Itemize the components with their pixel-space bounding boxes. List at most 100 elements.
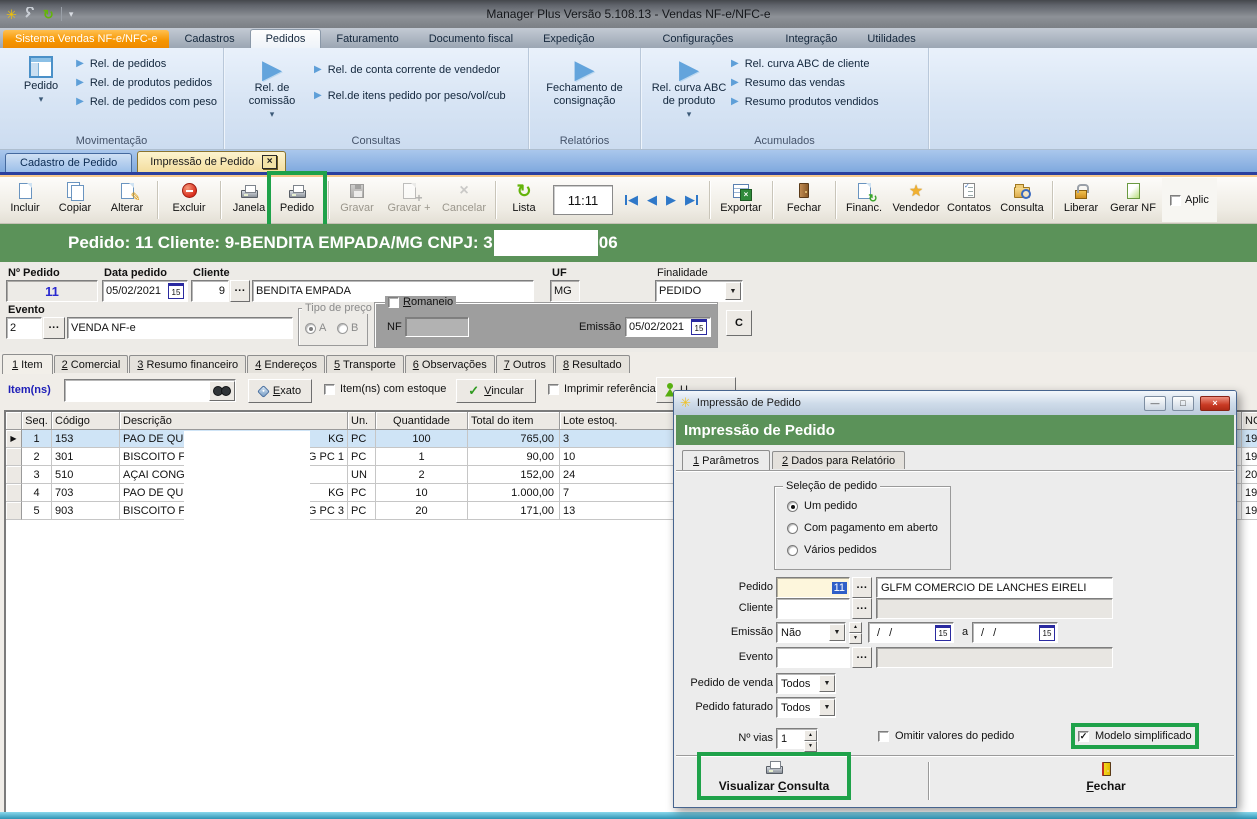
lista-button[interactable]: ↻Lista <box>499 178 549 222</box>
excluir-button[interactable]: Excluir <box>161 178 217 222</box>
tab-dados-para-relatorio[interactable]: 2 Dados para Relatório <box>772 451 905 469</box>
chevron-down-icon[interactable]: ▼ <box>829 624 845 641</box>
first-record-icon[interactable]: ◀ <box>625 192 638 208</box>
tab-pedidos[interactable]: Pedidos <box>250 29 322 48</box>
vias-stepper[interactable]: 1 ▲▼ <box>776 728 818 749</box>
pedido-print-button[interactable]: Pedido <box>274 178 320 222</box>
subtab-outros[interactable]: 7 Outros <box>496 355 554 373</box>
varios-pedidos-radio[interactable]: Vários pedidos <box>787 544 877 556</box>
contatos-button[interactable]: Contatos <box>943 178 995 222</box>
pedido-big-button[interactable]: Pedido ▾ <box>6 52 76 133</box>
next-record-icon[interactable]: ▶ <box>666 192 676 208</box>
subtab-item[interactable]: 1 Item <box>2 354 53 374</box>
alterar-button[interactable]: ✎Alterar <box>100 178 154 222</box>
maximize-icon[interactable]: □ <box>1172 396 1194 411</box>
rel-curva-abc-produto-button[interactable]: ▶ Rel. curva ABC de produto ▾ <box>647 52 731 133</box>
pedido-venda-select[interactable]: Todos ▼ <box>776 673 836 694</box>
col-quantidade[interactable]: Quantidade <box>376 412 468 430</box>
col-descricao[interactable]: Descrição <box>120 412 348 430</box>
emissao-mode-select[interactable]: Não ▼ <box>776 622 846 643</box>
subtab-resumo-financeiro[interactable]: 3 Resumo financeiro <box>129 355 246 373</box>
link-rel-itens-pedido-peso[interactable]: ▶Rel.de itens pedido por peso/vol/cub <box>314 90 506 102</box>
tab-sistema-vendas[interactable]: Sistema Vendas NF-e/NFC-e <box>3 30 169 48</box>
item-com-estoque-checkbox[interactable] <box>324 384 335 395</box>
col-seq[interactable]: Seq. <box>22 412 52 430</box>
com-pagamento-aberto-radio[interactable]: Com pagamento em aberto <box>787 522 938 534</box>
janela-button[interactable]: Janela <box>224 178 274 222</box>
subtab-resultado[interactable]: 8 Resultado <box>555 355 630 373</box>
more-commands-icon[interactable]: ▾ <box>69 10 74 19</box>
link-resumo-das-vendas[interactable]: ▶Resumo das vendas <box>731 77 879 89</box>
prev-record-icon[interactable]: ◀ <box>647 192 657 208</box>
link-rel-de-pedidos[interactable]: ▶Rel. de pedidos <box>76 58 217 70</box>
omitir-valores-checkbox[interactable] <box>878 731 889 742</box>
tab-cadastro-de-pedido[interactable]: Cadastro de Pedido <box>5 153 132 172</box>
romaneio-checkbox[interactable] <box>388 297 399 308</box>
cliente-lookup-button[interactable]: ··· <box>852 598 872 619</box>
tab-cadastros[interactable]: Cadastros <box>169 30 249 48</box>
evento-lookup-button[interactable]: ··· <box>43 317 65 339</box>
link-rel-curva-abc-cliente[interactable]: ▶Rel. curva ABC de cliente <box>731 58 879 70</box>
pedido-lookup-button[interactable]: ··· <box>852 577 872 598</box>
fechar-button[interactable]: Fechar <box>776 178 832 222</box>
col-un[interactable]: Un. <box>348 412 376 430</box>
subtab-enderecos[interactable]: 4 Endereços <box>247 355 325 373</box>
tab-faturamento[interactable]: Faturamento <box>321 30 413 48</box>
exato-button[interactable]: Exato <box>248 379 312 403</box>
evento-input[interactable] <box>776 647 850 668</box>
refresh-icon[interactable]: ↻ <box>43 8 54 21</box>
link-rel-de-produtos-pedidos[interactable]: ▶Rel. de produtos pedidos <box>76 77 217 89</box>
emissao-field[interactable]: 05/02/2021 15 <box>625 317 711 337</box>
vincular-button[interactable]: ✓ Vincular <box>456 379 536 403</box>
binoculars-search-icon[interactable] <box>209 381 235 401</box>
exportar-button[interactable]: Exportar <box>713 178 769 222</box>
tab-expedicao[interactable]: Expedição <box>528 30 609 48</box>
finalidade-select[interactable]: PEDIDO ▼ <box>655 280 743 302</box>
cancelar-button[interactable]: ×Cancelar <box>436 178 492 222</box>
tab-documento-fiscal[interactable]: Documento fiscal <box>414 30 528 48</box>
incluir-button[interactable]: Incluir <box>0 178 50 222</box>
subtab-observacoes[interactable]: 6 Observações <box>405 355 495 373</box>
calendar-icon[interactable]: 15 <box>935 625 951 641</box>
subtab-comercial[interactable]: 2 Comercial <box>54 355 129 373</box>
tab-impressao-de-pedido[interactable]: Impressão de Pedido × <box>137 151 286 172</box>
last-record-icon[interactable]: ▶ <box>685 192 698 208</box>
calendar-icon[interactable]: 15 <box>691 319 707 335</box>
wrench-icon[interactable] <box>24 7 36 21</box>
calendar-icon[interactable]: 15 <box>168 283 184 299</box>
copiar-button[interactable]: Copiar <box>50 178 100 222</box>
tab-configuracoes[interactable]: Configurações <box>647 30 748 48</box>
link-resumo-produtos-vendidos[interactable]: ▶Resumo produtos vendidos <box>731 96 879 108</box>
data-pedido-field[interactable]: 05/02/2021 15 <box>102 280 188 302</box>
chevron-down-icon[interactable]: ▼ <box>819 699 835 716</box>
item-search-input[interactable] <box>64 379 236 402</box>
cliente-lookup-button[interactable]: ··· <box>230 280 250 302</box>
subtab-transporte[interactable]: 5 Transporte <box>326 355 404 373</box>
financ-button[interactable]: ↻Financ. <box>839 178 889 222</box>
col-codigo[interactable]: Código <box>52 412 120 430</box>
fechar-dialog-button[interactable]: Fechar <box>1066 759 1146 793</box>
gravar-button[interactable]: Gravar <box>332 178 382 222</box>
consulta-button[interactable]: Consulta <box>995 178 1049 222</box>
col-total-item[interactable]: Total do item <box>468 412 560 430</box>
tab-integracao[interactable]: Integração <box>770 30 852 48</box>
link-rel-conta-corrente-vendedor[interactable]: ▶Rel. de conta corrente de vendedor <box>314 64 506 76</box>
gravar-mais-button[interactable]: +Gravar + <box>382 178 436 222</box>
evento-code-field[interactable]: 2 <box>6 317 42 339</box>
col-nc[interactable]: NC <box>1242 412 1257 430</box>
liberar-button[interactable]: Liberar <box>1056 178 1106 222</box>
tipo-a-radio[interactable]: A <box>305 322 326 334</box>
tipo-b-radio[interactable]: B <box>337 322 358 334</box>
pedido-faturado-select[interactable]: Todos ▼ <box>776 697 836 718</box>
um-pedido-radio[interactable]: Um pedido <box>787 500 857 512</box>
minimize-icon[interactable]: — <box>1144 396 1166 411</box>
chevron-down-icon[interactable]: ▼ <box>819 675 835 692</box>
calendar-icon[interactable]: 15 <box>1039 625 1055 641</box>
dialog-title-bar[interactable]: ✳ Impressão de Pedido — □ × <box>674 391 1236 415</box>
evento-lookup-button[interactable]: ··· <box>852 647 872 668</box>
fechamento-consignacao-button[interactable]: ▶ Fechamento de consignação <box>543 52 627 133</box>
imprimir-referencia-checkbox[interactable] <box>548 384 559 395</box>
chevron-down-icon[interactable]: ▼ <box>725 282 741 300</box>
vendedor-button[interactable]: ★Vendedor <box>889 178 943 222</box>
tab-parametros[interactable]: 1 Parâmetros <box>682 450 770 470</box>
